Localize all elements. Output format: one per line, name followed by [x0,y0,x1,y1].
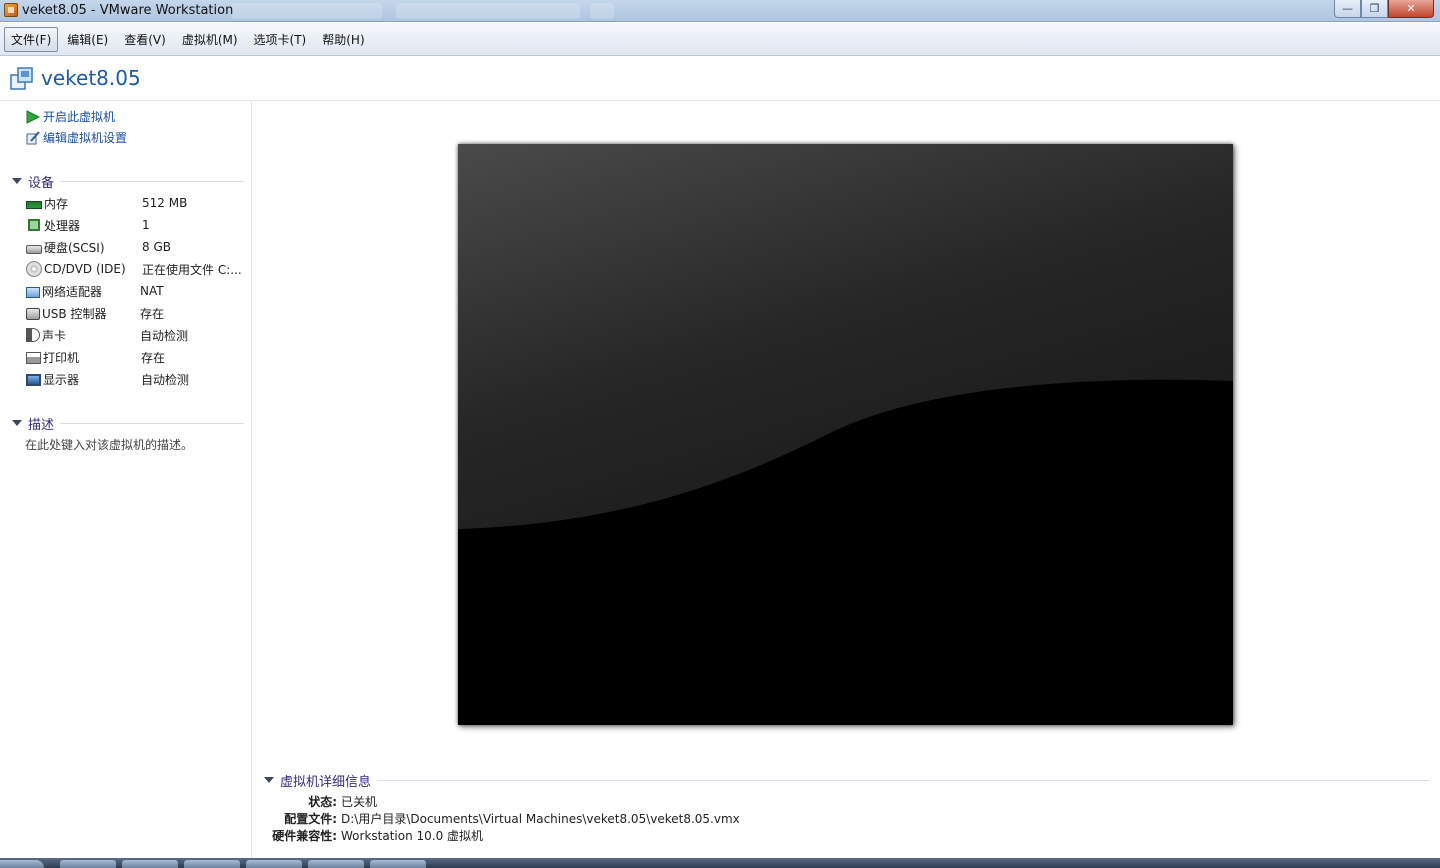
device-row-usb-controller[interactable]: USB 控制器 存在 [26,303,244,323]
start-button[interactable] [0,860,44,868]
device-row-printer[interactable]: 打印机 存在 [26,347,244,367]
collapse-triangle-icon [12,178,22,184]
taskbar-app[interactable] [246,860,302,868]
background-window-tab [590,3,614,19]
edit-settings-label: 编辑虚拟机设置 [43,131,128,145]
processor-icon [28,219,40,231]
taskbar-app[interactable] [308,860,364,868]
window-controls: — ❐ ✕ [1334,0,1434,19]
usb-controller-icon [26,308,40,320]
device-name: 网络适配器 [42,284,103,299]
devices-section-title: 设备 [28,175,55,191]
device-row-network-adapter[interactable]: 网络适配器 NAT [26,281,244,301]
play-icon [26,109,40,124]
vm-summary-panel: 开启此虚拟机 编辑虚拟机设置 设备 内存 512 MB 处理器 1 硬盘(SCS… [0,102,252,858]
divider [60,180,244,182]
edit-vm-settings-link[interactable]: 编辑虚拟机设置 [26,129,127,146]
menu-file[interactable]: 文件(F) [4,26,59,52]
device-value: 自动检测 [140,328,189,343]
device-row-display[interactable]: 显示器 自动检测 [26,369,244,389]
window-title: veket8.05 - VMware Workstation [22,3,234,18]
device-name: 声卡 [42,328,67,343]
vmware-app-icon [4,3,18,17]
device-name: 内存 [44,196,69,211]
printer-icon [26,352,41,364]
cd-dvd-icon [26,261,42,277]
taskbar-app[interactable] [122,860,178,868]
title-bar: veket8.05 - VMware Workstation — ❐ ✕ [0,0,1440,22]
sound-card-icon [26,328,40,342]
detail-label: 硬件兼容性: [272,829,337,843]
device-value: 512 MB [142,196,188,210]
memory-icon [26,201,42,209]
menu-view[interactable]: 查看(V) [117,27,173,52]
vm-details-section-header[interactable]: 虚拟机详细信息 [264,771,1430,790]
power-on-label: 开启此虚拟机 [43,110,116,124]
menu-vm[interactable]: 虚拟机(M) [175,27,245,52]
maximize-icon[interactable]: ❐ [1361,0,1388,18]
vm-header: veket8.05 [0,57,1440,101]
detail-value: Workstation 10.0 虚拟机 [341,829,484,843]
display-icon [26,373,41,386]
menu-help[interactable]: 帮助(H) [315,27,371,52]
background-window-tab [232,3,382,19]
device-row-processor[interactable]: 处理器 1 [26,215,244,235]
minimize-icon[interactable]: — [1334,0,1361,18]
network-adapter-icon [26,286,40,298]
hard-disk-icon [26,244,42,254]
vm-preview-image [458,144,1233,725]
vm-screen-preview[interactable] [458,144,1233,725]
taskbar-app[interactable] [370,860,426,868]
background-window-tab [396,3,580,19]
device-row-sound-card[interactable]: 声卡 自动检测 [26,325,244,345]
divider [60,422,244,424]
description-section-header[interactable]: 描述 [12,414,244,433]
device-row-hard-disk[interactable]: 硬盘(SCSI) 8 GB [26,237,244,257]
settings-icon [26,130,40,144]
device-name: 处理器 [44,218,81,233]
vm-main-area: 虚拟机详细信息 状态: 已关机 配置文件: D:\用户目录\Documents\… [253,102,1440,858]
detail-value: 已关机 [341,795,378,809]
menu-tabs[interactable]: 选项卡(T) [247,27,314,52]
divider [377,779,1430,781]
vm-title: veket8.05 [41,66,141,90]
device-row-cd-dvd[interactable]: CD/DVD (IDE) 正在使用文件 C:... [26,259,244,279]
power-on-vm-link[interactable]: 开启此虚拟机 [26,108,115,125]
collapse-triangle-icon [264,777,274,783]
menu-edit[interactable]: 编辑(E) [60,27,115,52]
device-name: 显示器 [43,372,80,387]
detail-value: D:\用户目录\Documents\Virtual Machines\veket… [341,812,740,826]
device-value: NAT [140,284,164,298]
windows-taskbar [0,858,1440,868]
device-value: 自动检测 [141,372,190,387]
devices-section-header[interactable]: 设备 [12,172,244,191]
device-value: 1 [142,218,150,232]
device-name: 硬盘(SCSI) [44,240,105,255]
detail-label: 状态: [308,795,337,809]
collapse-triangle-icon [12,420,22,426]
detail-row-config-file: 配置文件: D:\用户目录\Documents\Virtual Machines… [253,810,740,826]
device-name: 打印机 [43,350,80,365]
close-icon[interactable]: ✕ [1388,0,1434,18]
device-name: USB 控制器 [42,306,107,321]
detail-row-hardware-compat: 硬件兼容性: Workstation 10.0 虚拟机 [253,827,483,843]
taskbar-app[interactable] [184,860,240,868]
device-value: 8 GB [142,240,171,254]
device-value: 正在使用文件 C:... [142,262,242,277]
vm-details-title: 虚拟机详细信息 [280,774,372,790]
description-field[interactable]: 在此处键入对该虚拟机的描述。 [25,436,193,453]
menu-bar: 文件(F) 编辑(E) 查看(V) 虚拟机(M) 选项卡(T) 帮助(H) [0,23,1440,56]
device-value: 存在 [140,306,165,321]
description-section-title: 描述 [28,417,55,433]
detail-label: 配置文件: [284,812,337,826]
taskbar-app[interactable] [60,860,116,868]
virtual-machine-icon [10,67,33,90]
detail-row-state: 状态: 已关机 [253,793,377,809]
device-value: 存在 [141,350,166,365]
device-name: CD/DVD (IDE) [44,262,126,276]
device-row-memory[interactable]: 内存 512 MB [26,193,244,213]
